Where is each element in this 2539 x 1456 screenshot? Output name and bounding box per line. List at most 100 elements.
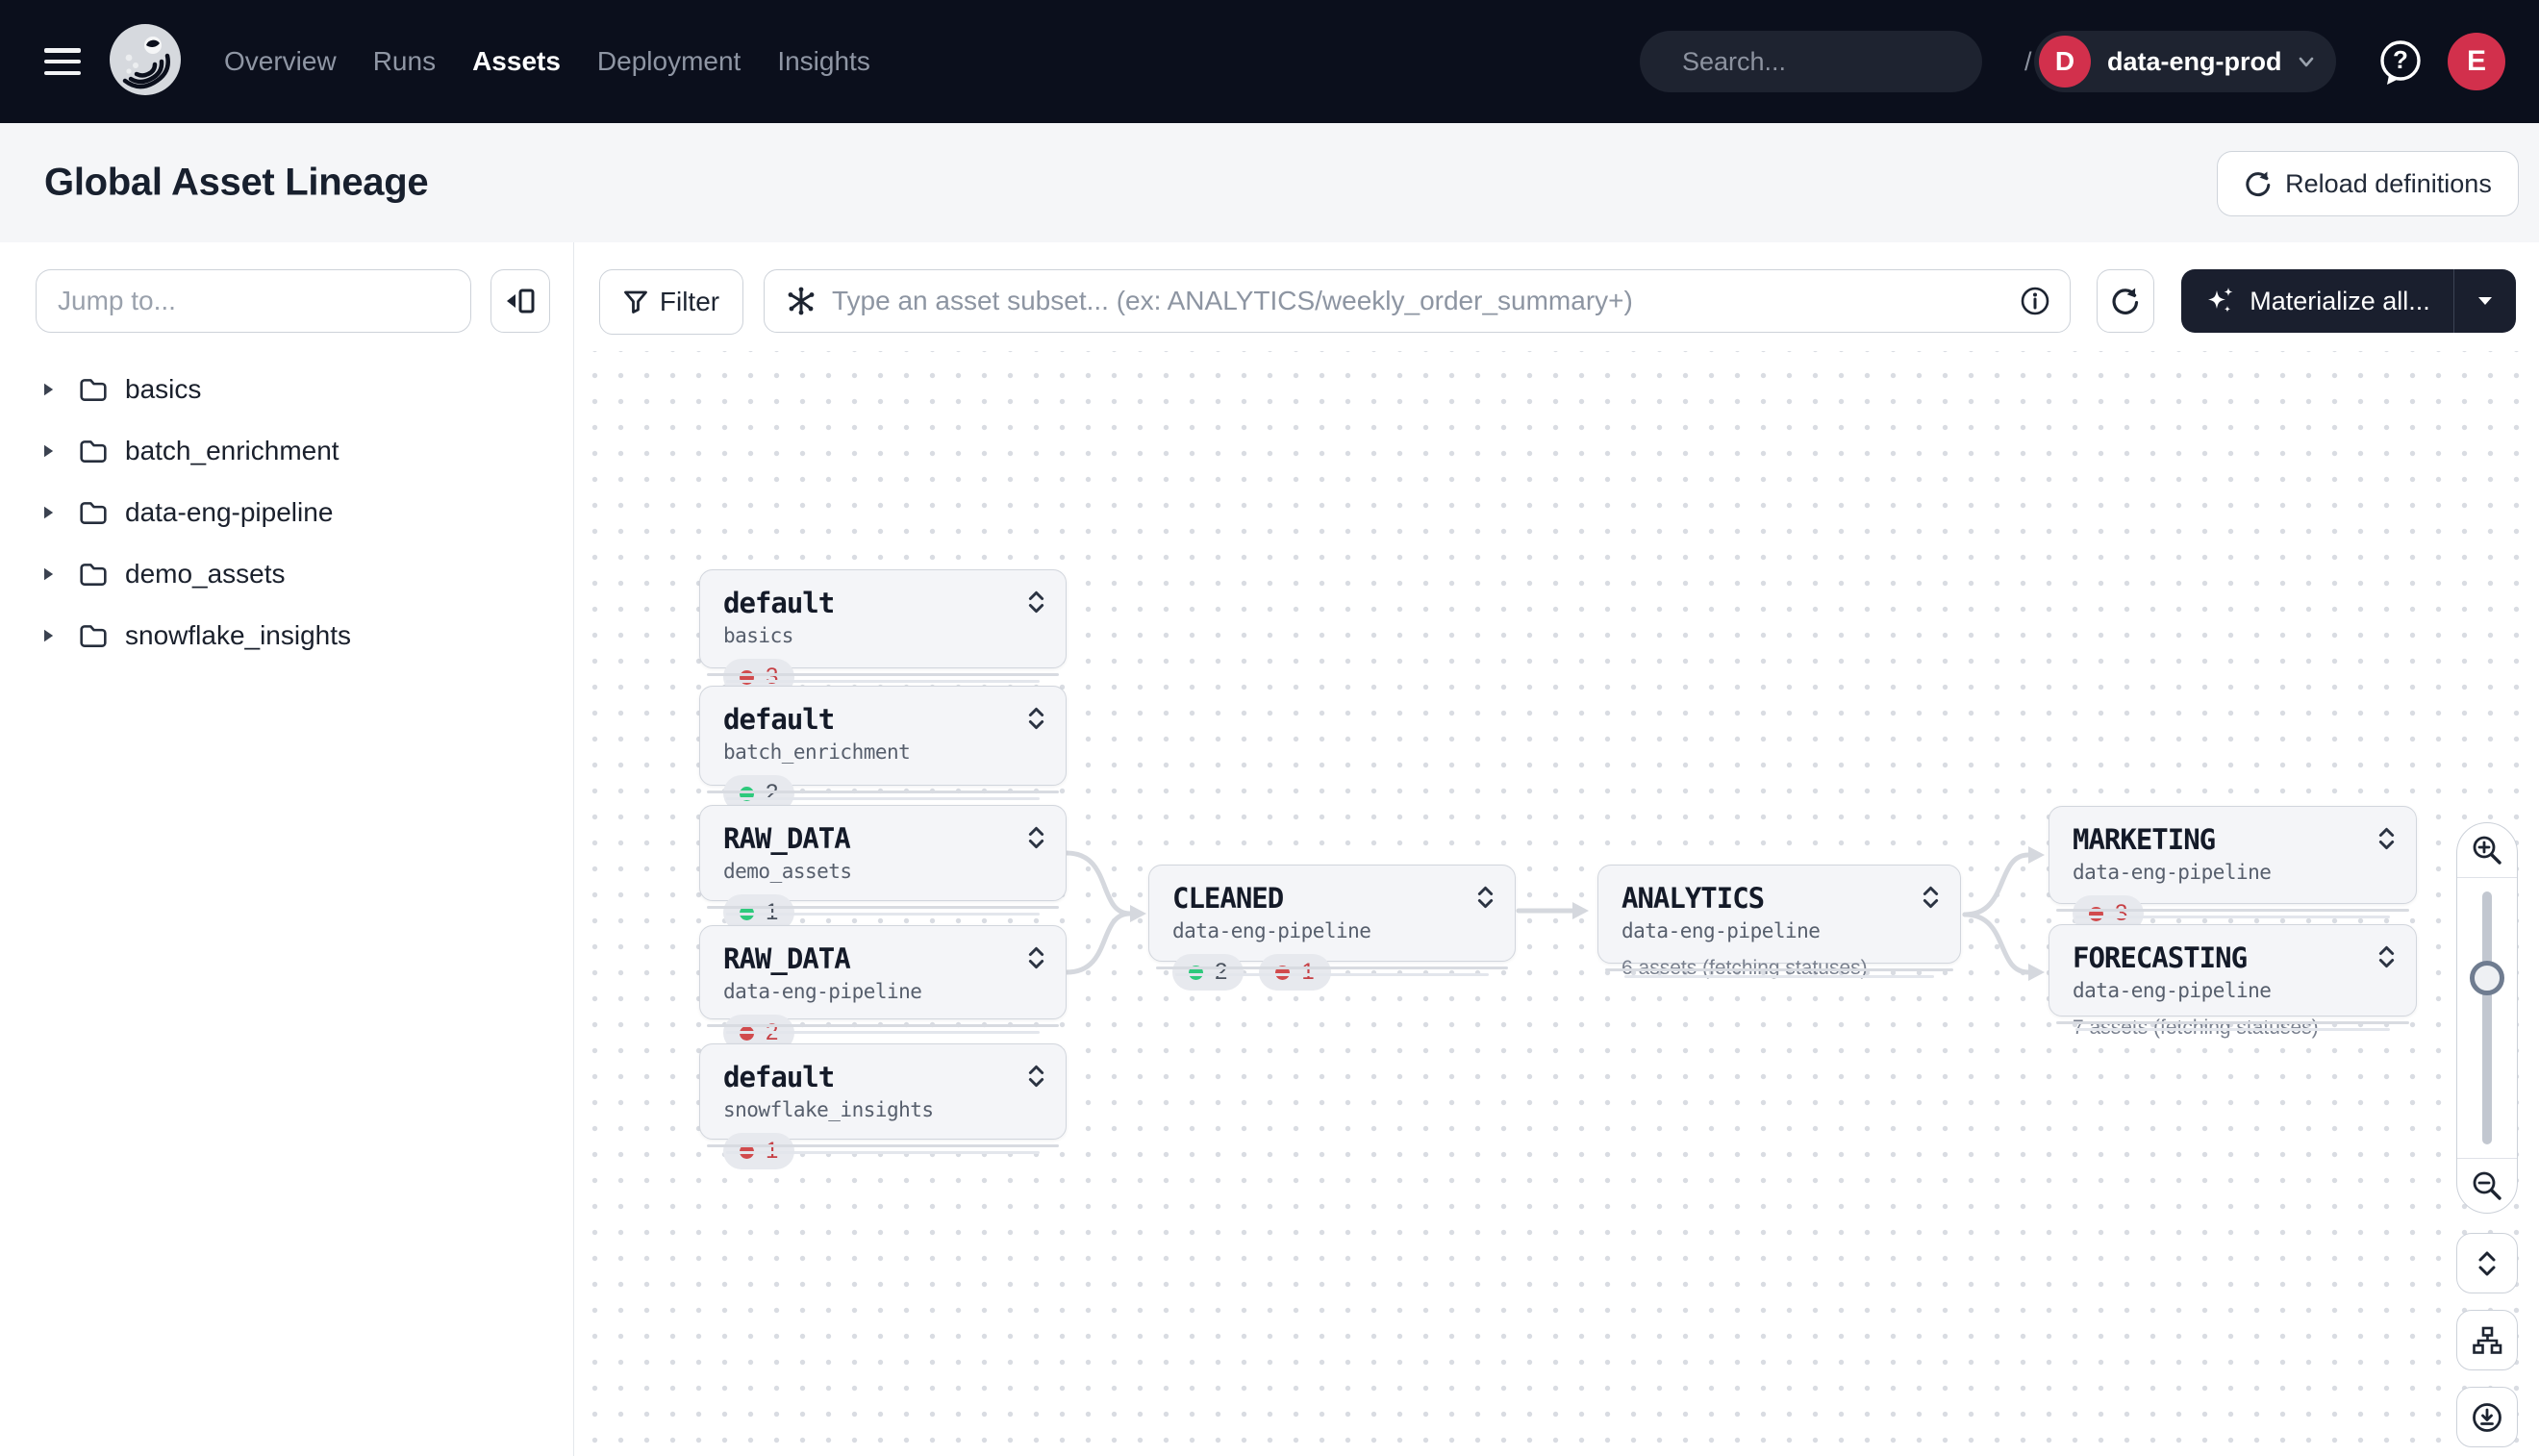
asset-group-node-demo-assets[interactable]: RAW_DATAdemo_assets1 [699,805,1067,901]
group-title: default [723,703,834,736]
materialize-all-button[interactable]: Materialize all... [2181,269,2516,333]
dagster-logo[interactable] [108,23,183,98]
group-stack-line [707,673,1059,676]
asset-group-node-basics[interactable]: defaultbasics3 [699,569,1067,668]
asset-group-node-batch-enrichment[interactable]: defaultbatch_enrichment2 [699,686,1067,786]
expand-group-icon[interactable] [1026,705,1046,737]
reload-definitions-label: Reload definitions [2285,169,2492,199]
tree-caret-icon[interactable] [41,566,55,582]
nav-link-deployment[interactable]: Deployment [597,46,741,77]
asset-group-node-snowflake-insights[interactable]: defaultsnowflake_insights1 [699,1043,1067,1140]
reload-icon [2244,169,2273,198]
sidebar-item-data-eng-pipeline[interactable]: data-eng-pipeline [0,482,573,543]
search-input[interactable] [1680,46,2024,78]
chevron-down-icon [2296,51,2317,72]
expand-collapse-icon [2474,1248,2501,1279]
svg-text:?: ? [2393,45,2408,74]
deployment-initial-badge: D [2039,36,2091,88]
zoom-in-icon [2471,834,2503,866]
group-code-location: snowflake_insights [723,1098,1046,1121]
expand-group-icon[interactable] [2376,943,2397,975]
zoom-out-button[interactable] [2457,1158,2517,1213]
status-count-badge-green: 2 [1172,954,1244,991]
filter-funnel-icon [623,289,648,314]
user-avatar[interactable]: E [2448,33,2505,90]
reload-definitions-button[interactable]: Reload definitions [2217,151,2519,216]
zoom-slider-track[interactable] [2482,891,2492,1144]
collapse-sidebar-button[interactable] [490,269,550,333]
group-stack-line [2056,909,2409,912]
asset-group-node-analytics[interactable]: ANALYTICSdata-eng-pipeline6 assets (fetc… [1597,865,1961,964]
tree-caret-icon[interactable] [41,628,55,643]
edge-arrowhead [1572,902,1589,919]
expand-group-icon[interactable] [1475,884,1496,916]
sidebar-item-batch_enrichment[interactable]: batch_enrichment [0,420,573,482]
group-stack-line [707,906,1059,909]
controls-band: Filter Materialize all... [0,242,2539,352]
main-nav: Overview Runs Assets Deployment Insights [224,0,870,123]
tree-caret-icon[interactable] [41,443,55,459]
sidebar-item-basics[interactable]: basics [0,359,573,420]
filter-button[interactable]: Filter [599,269,743,335]
group-stack-line [1175,973,1489,976]
layout-tree-button[interactable] [2456,1310,2518,1370]
global-search[interactable]: / [1640,31,1982,92]
refresh-icon [2110,286,2141,316]
group-title: RAW_DATA [723,942,850,975]
sidebar-item-snowflake_insights[interactable]: snowflake_insights [0,605,573,666]
group-stack-line [707,791,1059,793]
expand-group-icon[interactable] [1026,824,1046,856]
sidebar-item-demo_assets[interactable]: demo_assets [0,543,573,605]
nav-link-runs[interactable]: Runs [373,46,436,77]
group-stack-line [726,913,1040,916]
expand-group-icon[interactable] [1921,884,1941,916]
nav-link-overview[interactable]: Overview [224,46,337,77]
asset-group-node-raw-data-pipeline[interactable]: RAW_DATAdata-eng-pipeline2 [699,925,1067,1019]
group-code-location: data-eng-pipeline [2073,979,2397,1002]
asset-subset-icon [786,286,817,316]
asset-group-node-marketing[interactable]: MARKETINGdata-eng-pipeline3 [2049,806,2417,904]
nav-link-assets[interactable]: Assets [472,46,561,77]
group-stack-line [707,1144,1059,1147]
group-title: CLEANED [1172,882,1283,915]
zoom-in-button[interactable] [2457,823,2517,878]
folder-icon [79,500,108,525]
deployment-switcher[interactable]: D data-eng-prod [2034,31,2336,92]
download-button[interactable] [2456,1387,2518,1447]
expand-collapse-all-button[interactable] [2456,1233,2518,1293]
hamburger-menu-icon[interactable] [44,48,81,75]
zoom-slider-handle[interactable] [2470,961,2504,995]
asset-group-node-forecasting[interactable]: FORECASTINGdata-eng-pipeline7 assets (fe… [2049,924,2417,1017]
expand-group-icon[interactable] [2376,825,2397,857]
status-count-badge-red: 1 [1259,954,1330,991]
collapse-panel-icon [504,287,537,315]
expand-group-icon[interactable] [1026,944,1046,976]
refresh-graph-button[interactable] [2097,269,2154,333]
help-icon[interactable]: ? [2376,37,2426,87]
asset-group-node-cleaned[interactable]: CLEANEDdata-eng-pipeline21 [1148,865,1516,962]
expand-group-icon[interactable] [1026,589,1046,620]
group-stack-line [726,1031,1040,1034]
nav-link-insights[interactable]: Insights [777,46,870,77]
sidebar-divider [573,242,574,1456]
expand-group-icon[interactable] [1026,1063,1046,1094]
edge-arrowhead [2028,964,2045,981]
group-title: ANALYTICS [1621,882,1764,915]
group-stack-line [726,797,1040,800]
tree-caret-icon[interactable] [41,505,55,520]
lineage-graph-canvas[interactable]: defaultbasics3 defaultbatch_enrichment2 RA… [574,351,2539,1456]
jump-to-input[interactable] [36,269,471,333]
group-title: default [723,1061,834,1093]
sidebar-item-label: basics [125,374,201,405]
sparkles-icon [2204,285,2237,317]
asset-subset-field[interactable] [764,269,2071,333]
materialize-options-toggle[interactable] [2454,269,2516,333]
asset-subset-input[interactable] [830,285,2020,317]
tree-caret-icon[interactable] [41,382,55,397]
status-count: 3 [2115,900,2127,927]
zoom-slider-zone [2457,878,2517,1158]
info-icon[interactable] [2020,286,2050,316]
group-title: MARKETING [2073,823,2215,856]
edge-raw-data-pipeline-to-cleaned [1067,914,1130,972]
materialize-all-main[interactable]: Materialize all... [2181,269,2453,333]
